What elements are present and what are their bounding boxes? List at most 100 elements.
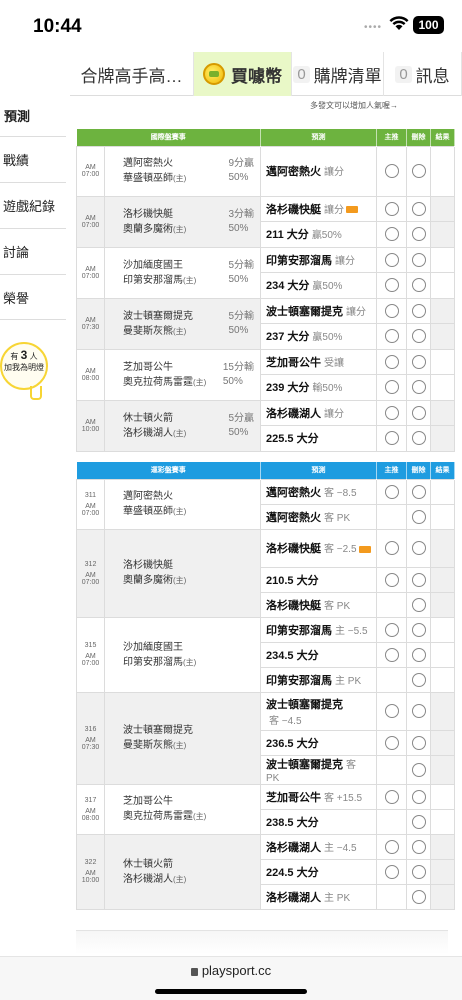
game-time: AM 08:00 — [76, 348, 105, 401]
delete-cell — [406, 272, 431, 299]
delete-radio[interactable] — [411, 431, 426, 446]
home-team: 洛杉磯湖人 — [123, 427, 173, 439]
table-row: 316 AM 07:30 波士頓塞爾提克 曼斐斯灰熊(主) 波士頓塞爾提克客 −4.5 — [76, 691, 455, 785]
main-pick-radio[interactable] — [384, 431, 399, 446]
home-tag: (主) — [193, 812, 207, 821]
main-pick-radio[interactable] — [384, 164, 399, 178]
main-pick-radio[interactable] — [384, 303, 399, 318]
main-pick-radio[interactable] — [384, 704, 399, 718]
signal-icon: •••• — [363, 22, 382, 33]
delete-radio[interactable] — [411, 672, 426, 687]
main-pick-radio[interactable] — [384, 572, 399, 587]
delete-radio[interactable] — [411, 864, 426, 879]
delete-radio[interactable] — [411, 814, 426, 829]
delete-radio[interactable] — [411, 278, 426, 293]
main-pick-radio[interactable] — [384, 789, 399, 804]
game-time: 312 AM 07:00 — [76, 528, 105, 618]
delete-radio[interactable] — [411, 303, 426, 318]
main-pick-cell — [376, 272, 407, 299]
result-cell — [430, 833, 455, 860]
delete-radio[interactable] — [411, 572, 426, 587]
main-pick-radio[interactable] — [384, 354, 399, 369]
prediction-cell: 洛杉磯快艇客 PK — [260, 591, 377, 618]
main-pick-radio[interactable] — [384, 405, 399, 420]
home-team: 華盛頓巫師 — [123, 506, 173, 517]
main-pick-radio[interactable] — [384, 484, 399, 499]
delete-cell — [406, 883, 431, 910]
delete-radio[interactable] — [411, 329, 426, 344]
col-header: 主推 — [376, 129, 407, 146]
main-pick-radio[interactable] — [384, 201, 399, 216]
spread-percent: 50% — [228, 273, 249, 285]
prediction-detail: 讓分 — [324, 204, 344, 216]
sidebar-item-record[interactable]: 戰績 — [0, 136, 66, 182]
result-cell — [430, 616, 455, 643]
sidebar-item-honor[interactable]: 榮譽 — [0, 274, 66, 320]
prediction-cell: 洛杉磯湖人主 −4.5 — [260, 833, 377, 860]
delete-radio[interactable] — [411, 509, 426, 524]
delete-radio[interactable] — [411, 201, 426, 216]
delete-radio[interactable] — [411, 354, 426, 369]
delete-radio[interactable] — [411, 889, 426, 904]
url-bar[interactable]: playsport.cc — [0, 963, 462, 978]
delete-radio[interactable] — [411, 405, 426, 420]
delete-cell — [406, 195, 431, 222]
main-pick-radio[interactable] — [384, 541, 399, 555]
intl-odds-table: 國際盤賽事 預測 主推 刪除 結果 AM 07:00 邁阿密熱火 華盛頓巫師(主) 9… — [76, 129, 455, 452]
home-tag: (主) — [173, 507, 187, 516]
browser-bar: playsport.cc — [0, 956, 462, 1000]
delete-radio[interactable] — [411, 622, 426, 637]
delete-radio[interactable] — [411, 839, 426, 854]
delete-radio[interactable] — [411, 484, 426, 499]
game-number: 317 — [84, 796, 97, 804]
result-cell — [430, 272, 455, 299]
prediction-pick: 225.5 大分 — [266, 433, 319, 446]
spread-percent: 50% — [228, 426, 249, 438]
main-pick-cell — [376, 323, 407, 350]
sidebar-item-discussion[interactable]: 討論 — [0, 228, 66, 274]
delete-radio[interactable] — [411, 252, 426, 267]
delete-radio[interactable] — [411, 227, 426, 242]
main-pick-radio[interactable] — [384, 329, 399, 344]
tab-messages[interactable]: 0 訊息 — [384, 52, 462, 96]
lock-icon — [190, 968, 198, 976]
main-pick-radio[interactable] — [384, 839, 399, 854]
main-pick-radio[interactable] — [384, 622, 399, 637]
sidebar-item-game-log[interactable]: 遊戲紀錄 — [0, 182, 66, 228]
spread-result: 3分輸 50% — [228, 208, 254, 236]
lightbulb-icon[interactable]: 有 3 人 加我為明燈 — [0, 342, 48, 390]
main-pick-cell — [376, 425, 407, 452]
home-tag: (主) — [173, 741, 187, 750]
main-pick-radio[interactable] — [384, 252, 399, 267]
tab-expert[interactable]: 合牌高手高… — [70, 52, 194, 96]
home-team-row: 奧蘭多魔術(主) — [123, 573, 254, 588]
delete-radio[interactable] — [411, 735, 426, 750]
main-pick-radio[interactable] — [384, 278, 399, 293]
tab-buy-coins[interactable]: 買噱幣 — [194, 52, 292, 96]
delete-radio[interactable] — [411, 597, 426, 612]
game-time: AM 07:30 — [76, 297, 105, 350]
delete-radio[interactable] — [411, 762, 426, 777]
sports-lottery-table: 運彩盤賽事 預測 主推 刪除 結果 311 AM 07:00 邁阿密熱火 華盛頓巫師(… — [76, 462, 455, 910]
delete-cell — [406, 221, 431, 248]
delete-radio[interactable] — [411, 380, 426, 395]
delete-radio[interactable] — [411, 647, 426, 662]
home-indicator[interactable] — [155, 989, 307, 994]
delete-radio[interactable] — [411, 789, 426, 804]
main-pick-cell — [376, 145, 407, 197]
delete-cell — [406, 666, 431, 693]
main-pick-cell — [376, 858, 407, 885]
delete-radio[interactable] — [411, 541, 426, 555]
delete-radio[interactable] — [411, 164, 426, 178]
main-pick-radio[interactable] — [384, 735, 399, 750]
main-pick-radio[interactable] — [384, 227, 399, 242]
spread-percent: 50% — [228, 172, 249, 183]
top-nav: 合牌高手高… 買噱幣 0 購牌清單 0 訊息 — [70, 52, 462, 96]
time-label: AM 07:30 — [81, 316, 100, 331]
main-pick-radio[interactable] — [384, 647, 399, 662]
delete-cell — [406, 425, 431, 452]
delete-radio[interactable] — [411, 704, 426, 718]
main-pick-radio[interactable] — [384, 380, 399, 395]
main-pick-radio[interactable] — [384, 864, 399, 879]
tab-purchase-list[interactable]: 0 購牌清單 — [292, 52, 384, 96]
